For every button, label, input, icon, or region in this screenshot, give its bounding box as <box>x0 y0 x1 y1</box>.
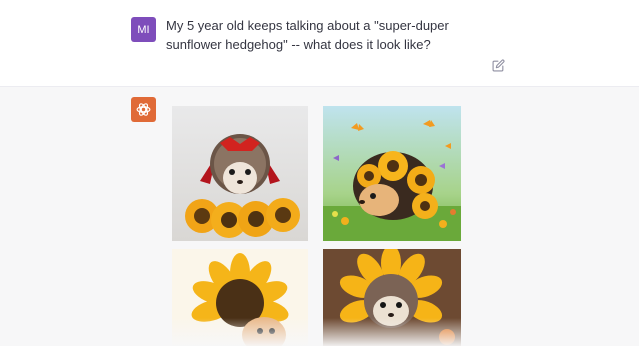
openai-logo-icon <box>136 103 151 116</box>
user-avatar-initials: MI <box>137 23 150 36</box>
generated-image-1[interactable] <box>172 106 308 241</box>
assistant-message-row <box>0 86 639 346</box>
edit-icon[interactable] <box>492 59 505 72</box>
user-avatar: MI <box>131 17 156 42</box>
assistant-avatar <box>131 97 156 122</box>
generated-image-3[interactable] <box>172 249 308 346</box>
generated-image-2[interactable] <box>323 106 461 241</box>
user-message-text: My 5 year old keeps talking about a "sup… <box>166 18 449 52</box>
generated-image-4[interactable] <box>323 249 461 346</box>
user-message-row: MI My 5 year old keeps talking about a "… <box>0 0 639 86</box>
bottom-fade <box>0 318 639 346</box>
